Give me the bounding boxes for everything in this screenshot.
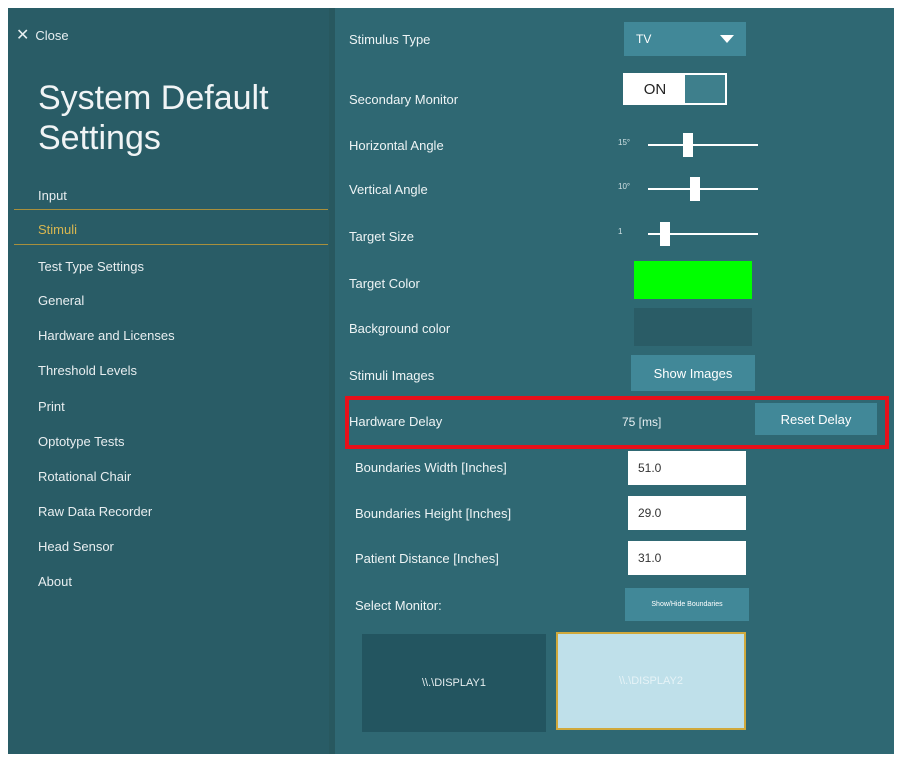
background-color-swatch[interactable] [634,308,752,346]
horizontal-angle-label: Horizontal Angle [349,138,444,153]
slider-thumb[interactable] [690,177,700,201]
monitor-label: \\.\DISPLAY1 [422,677,486,689]
vertical-angle-tick: 10° [618,182,631,191]
vertical-angle-slider[interactable]: 10° [618,177,758,201]
panel-divider [329,8,335,754]
monitor-label: \\.\DISPLAY2 [619,675,683,687]
show-images-button[interactable]: Show Images [631,355,755,391]
secondary-monitor-toggle[interactable]: ON [623,73,727,105]
monitor-display2[interactable]: \\.\DISPLAY2 [556,632,746,730]
target-size-label: Target Size [349,229,415,244]
sidebar-item-about[interactable]: About [38,574,72,589]
sidebar-item-threshold-levels[interactable]: Threshold Levels [38,363,137,378]
select-monitor-label: Select Monitor: [355,598,442,613]
horizontal-angle-tick: 15° [618,138,631,147]
show-hide-boundaries-button[interactable]: Show/Hide Boundaries [625,588,749,621]
target-size-tick: 1 [618,227,623,236]
nav-divider [14,209,328,210]
nav-divider [14,244,328,245]
stimuli-images-label: Stimuli Images [349,368,435,383]
close-button[interactable]: ✕ Close [16,27,69,44]
boundaries-width-field[interactable] [628,451,746,485]
sidebar-item-stimuli[interactable]: Stimuli [38,222,77,237]
sidebar-item-general[interactable]: General [38,293,84,308]
sidebar-item-input[interactable]: Input [38,188,67,203]
stimulus-type-dropdown[interactable]: TV [624,22,746,56]
patient-distance-field[interactable] [628,541,746,575]
vertical-angle-label: Vertical Angle [349,182,428,197]
toggle-state-label: ON [643,80,667,98]
secondary-monitor-label: Secondary Monitor [349,92,459,107]
sidebar: ✕ Close System Default Settings Input St… [8,8,329,754]
reset-delay-button[interactable]: Reset Delay [755,403,877,435]
sidebar-item-test-type-settings[interactable]: Test Type Settings [38,259,144,274]
stimulus-type-label: Stimulus Type [349,32,431,47]
close-icon: ✕ [16,27,30,44]
sidebar-item-optotype-tests[interactable]: Optotype Tests [38,434,124,449]
toggle-knob [685,75,725,103]
page-title: System Default Settings [38,79,269,157]
slider-thumb[interactable] [660,222,670,246]
target-size-slider[interactable]: 1 [618,222,758,246]
hardware-delay-value: 75 [ms] [622,415,662,429]
slider-thumb[interactable] [683,133,693,157]
background-color-label: Background color [349,321,451,336]
sidebar-item-hardware-licenses[interactable]: Hardware and Licenses [38,328,175,343]
sidebar-item-print[interactable]: Print [38,399,65,414]
target-color-swatch[interactable] [634,261,752,299]
boundaries-height-label: Boundaries Height [Inches] [355,506,512,521]
sidebar-item-rotational-chair[interactable]: Rotational Chair [38,469,131,484]
sidebar-item-head-sensor[interactable]: Head Sensor [38,539,114,554]
sidebar-item-raw-data-recorder[interactable]: Raw Data Recorder [38,504,152,519]
slider-track [648,144,758,146]
slider-track [648,188,758,190]
boundaries-width-label: Boundaries Width [Inches] [355,460,507,475]
patient-distance-label: Patient Distance [Inches] [355,551,499,566]
settings-window: ✕ Close System Default Settings Input St… [8,8,894,754]
monitor-display1[interactable]: \\.\DISPLAY1 [362,634,546,732]
hardware-delay-label: Hardware Delay [349,414,443,429]
close-label: Close [35,28,69,43]
chevron-down-icon [720,35,734,43]
boundaries-height-field[interactable] [628,496,746,530]
stimulus-type-value: TV [636,32,652,46]
horizontal-angle-slider[interactable]: 15° [618,133,758,157]
target-color-label: Target Color [349,276,420,291]
